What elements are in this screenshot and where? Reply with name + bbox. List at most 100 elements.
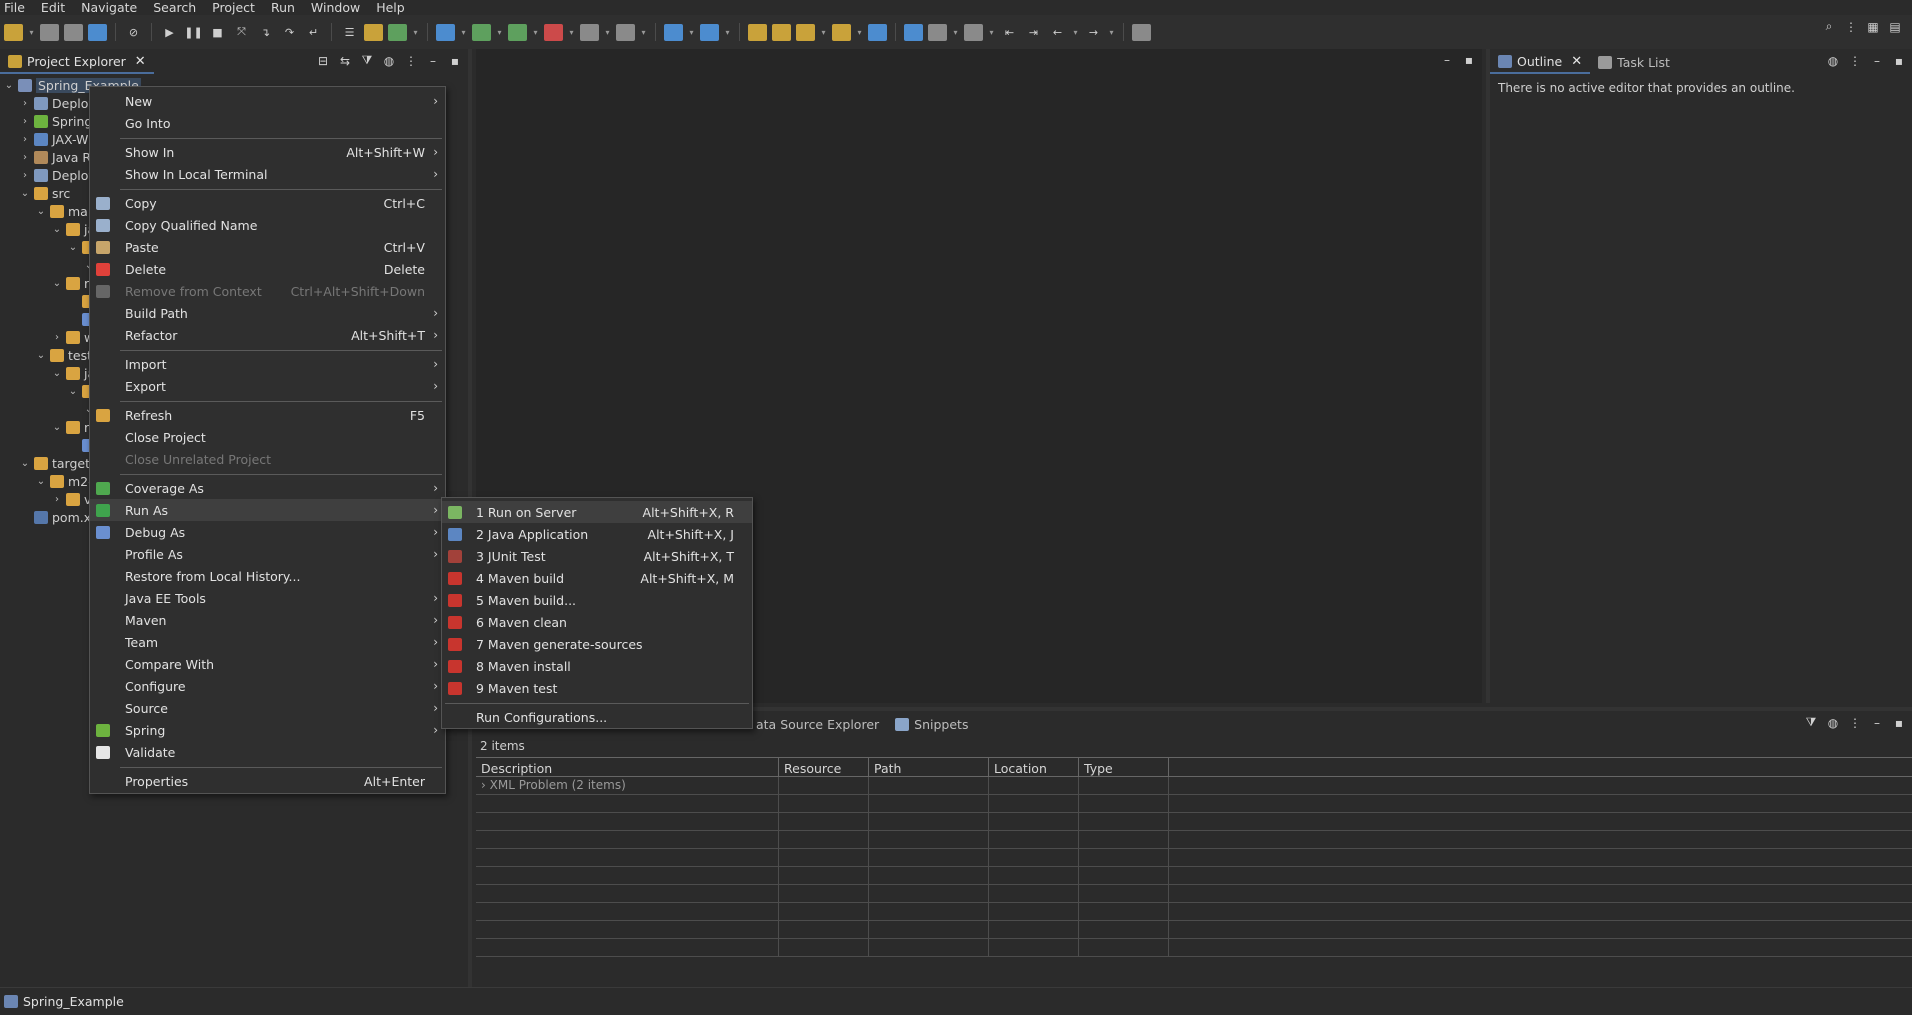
dropdown-icon[interactable]: ▾ xyxy=(460,24,467,41)
tree-item[interactable]: ⌄ test xyxy=(36,347,92,364)
menu-item-4-maven-build[interactable]: 4 Maven build Alt+Shift+X, M xyxy=(442,567,752,589)
menu-edit[interactable]: Edit xyxy=(35,0,75,15)
menu-item-new[interactable]: New › xyxy=(90,90,445,112)
back-icon[interactable]: ← xyxy=(1048,24,1067,41)
open-folder-icon[interactable] xyxy=(832,23,851,41)
menu-item-export[interactable]: Export › xyxy=(90,375,445,397)
server-icon[interactable] xyxy=(580,23,599,41)
menu-item-compare-with[interactable]: Compare With › xyxy=(90,653,445,675)
chevron-right-icon[interactable]: › xyxy=(20,134,30,145)
menu-item-validate[interactable]: Validate xyxy=(90,741,445,763)
tab-task-list[interactable]: Task List xyxy=(1590,50,1678,74)
close-icon[interactable]: ✕ xyxy=(1571,54,1582,69)
web-browser-icon[interactable] xyxy=(868,23,887,41)
menu-item-import[interactable]: Import › xyxy=(90,353,445,375)
open-perspective-icon[interactable]: ▦ xyxy=(1866,20,1880,34)
menu-window[interactable]: Window xyxy=(305,0,370,15)
chevron-down-icon[interactable]: ⌄ xyxy=(4,80,14,91)
table-row[interactable]: › XML Problem (2 items) xyxy=(476,777,1912,795)
dropdown-icon[interactable]: ▾ xyxy=(604,24,611,41)
menu-item-show-in-local-terminal[interactable]: Show In Local Terminal › xyxy=(90,163,445,185)
tree-item[interactable]: ⌄ mai xyxy=(36,203,92,220)
maximize-icon[interactable]: ▪ xyxy=(1462,53,1476,67)
menu-item-close-project[interactable]: Close Project xyxy=(90,426,445,448)
forward-icon[interactable]: → xyxy=(1084,24,1103,41)
chevron-down-icon[interactable]: ⌄ xyxy=(36,476,46,487)
menu-item-coverage-as[interactable]: Coverage As › xyxy=(90,477,445,499)
chevron-down-icon[interactable]: ⌄ xyxy=(20,188,30,199)
chevron-down-icon[interactable]: ⌄ xyxy=(68,386,78,397)
menu-item-run-configurations[interactable]: Run Configurations... xyxy=(442,706,752,728)
menu-search[interactable]: Search xyxy=(147,0,206,15)
menu-project[interactable]: Project xyxy=(206,0,265,15)
resume-icon[interactable]: ▶ xyxy=(160,24,179,41)
tree-item[interactable]: ›w xyxy=(52,329,94,346)
dropdown-icon[interactable]: ▾ xyxy=(820,24,827,41)
view-menu-icon[interactable]: ⋮ xyxy=(1848,716,1862,730)
dropdown-icon[interactable]: ▾ xyxy=(856,24,863,41)
dropdown-icon[interactable]: ▾ xyxy=(496,24,503,41)
menu-item-9-maven-test[interactable]: 9 Maven test xyxy=(442,677,752,699)
run-launch-icon[interactable] xyxy=(472,23,491,41)
open-task-icon[interactable]: ☰ xyxy=(340,24,359,41)
menu-item-maven[interactable]: Maven › xyxy=(90,609,445,631)
collapse-all-icon[interactable]: ⊟ xyxy=(316,54,330,68)
chevron-down-icon[interactable]: ⌄ xyxy=(52,278,62,289)
focus-task-icon[interactable]: ◍ xyxy=(1826,54,1840,68)
dropdown-icon[interactable]: ▾ xyxy=(688,24,695,41)
maximize-icon[interactable]: ▪ xyxy=(1892,54,1906,68)
focus-task-icon[interactable]: ◍ xyxy=(1826,716,1840,730)
chevron-right-icon[interactable]: › xyxy=(20,170,30,181)
menu-item-delete[interactable]: Delete Delete xyxy=(90,258,445,280)
tree-item[interactable]: ⌄ m2e xyxy=(36,473,96,490)
tree-item[interactable]: ⌄ r xyxy=(52,275,89,292)
open-task-folder-icon[interactable] xyxy=(772,23,791,41)
minimize-icon[interactable]: – xyxy=(1870,54,1884,68)
menu-item-1-run-on-server[interactable]: 1 Run on Server Alt+Shift+X, R xyxy=(442,501,752,523)
maximize-icon[interactable]: ▪ xyxy=(1892,716,1906,730)
column-description[interactable]: Description xyxy=(476,758,779,776)
dropdown-icon[interactable]: ▾ xyxy=(412,24,419,41)
chevron-right-icon[interactable]: › xyxy=(481,778,490,792)
build-icon[interactable] xyxy=(616,23,635,41)
external-tools-icon[interactable] xyxy=(544,23,563,41)
annotation-next-icon[interactable] xyxy=(928,23,947,41)
open-type-icon[interactable] xyxy=(748,23,767,41)
skip-breakpoints-icon[interactable]: ⊘ xyxy=(124,24,143,41)
terminal-icon[interactable] xyxy=(88,23,107,41)
menu-item-8-maven-install[interactable]: 8 Maven install xyxy=(442,655,752,677)
menu-help[interactable]: Help xyxy=(370,0,415,15)
column-path[interactable]: Path xyxy=(869,758,989,776)
tree-item[interactable]: ⌄ target xyxy=(20,455,90,472)
tree-item[interactable]: › Deploy xyxy=(20,167,96,184)
last-edit-icon[interactable]: ⇤ xyxy=(1000,24,1019,41)
pin-editor-icon[interactable]: ⇥ xyxy=(1024,24,1043,41)
view-menu-icon[interactable]: ⋮ xyxy=(1848,54,1862,68)
filter-icon[interactable]: ⧩ xyxy=(1804,715,1818,729)
chevron-down-icon[interactable]: ⌄ xyxy=(52,422,62,433)
chevron-right-icon[interactable]: › xyxy=(52,332,62,343)
chevron-right-icon[interactable]: › xyxy=(20,152,30,163)
tree-item[interactable]: › Java Re xyxy=(20,149,98,166)
tree-item[interactable]: ⌄ r xyxy=(52,419,89,436)
tree-item[interactable]: › Spring xyxy=(20,113,92,130)
minimize-icon[interactable]: – xyxy=(1870,716,1884,730)
menu-item-spring[interactable]: Spring › xyxy=(90,719,445,741)
menu-item-profile-as[interactable]: Profile As › xyxy=(90,543,445,565)
annotation-prev-icon[interactable] xyxy=(964,23,983,41)
dropdown-icon[interactable]: ▾ xyxy=(532,24,539,41)
chevron-right-icon[interactable]: › xyxy=(20,98,30,109)
menu-item-source[interactable]: Source › xyxy=(90,697,445,719)
suspend-icon[interactable]: ❚❚ xyxy=(184,24,203,41)
menu-item-5-maven-build[interactable]: 5 Maven build... xyxy=(442,589,752,611)
disconnect-icon[interactable]: ⤧ xyxy=(232,24,251,41)
tab-outline[interactable]: Outline ✕ xyxy=(1490,50,1591,74)
link-with-editor-icon[interactable]: ⇆ xyxy=(338,54,352,68)
save-all-icon[interactable] xyxy=(64,23,83,41)
terminate-icon[interactable]: ■ xyxy=(208,24,227,41)
menu-item-restore-from-local-history[interactable]: Restore from Local History... xyxy=(90,565,445,587)
search-tool-icon[interactable] xyxy=(796,23,815,41)
chevron-down-icon[interactable]: ⌄ xyxy=(52,368,62,379)
tree-item[interactable]: › v xyxy=(52,491,91,508)
new-java-project-icon[interactable] xyxy=(664,23,683,41)
